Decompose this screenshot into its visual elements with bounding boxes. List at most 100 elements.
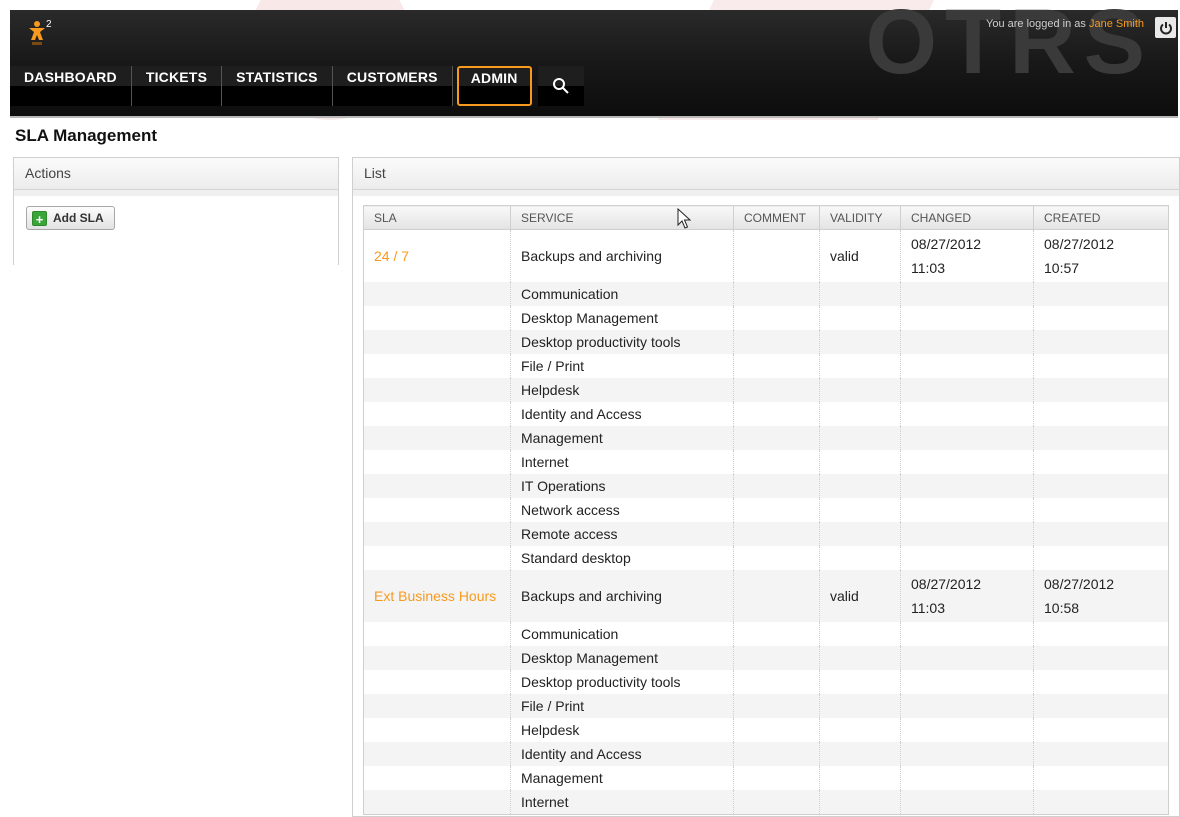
sla-service-row[interactable]: Identity and Access xyxy=(363,742,1169,766)
logo-superscript: 2 xyxy=(46,19,52,30)
column-header-changed[interactable]: CHANGED xyxy=(900,205,1034,230)
sla-name-cell: 24 / 7 xyxy=(363,229,511,282)
sla-row[interactable]: Ext Business Hours Backups and archiving v… xyxy=(363,570,1169,622)
changed-date: 08/27/2012 xyxy=(911,236,982,252)
created-cell: 08/27/2012 10:57 xyxy=(1033,229,1169,282)
sla-service-row[interactable]: Desktop Management xyxy=(363,306,1169,330)
user-name-link[interactable]: Jane Smith xyxy=(1089,18,1144,30)
nav-statistics[interactable]: STATISTICS xyxy=(222,66,333,106)
sla-service-row[interactable]: Desktop Management xyxy=(363,646,1169,670)
search-button[interactable] xyxy=(537,66,584,106)
column-header-sla[interactable]: SLA xyxy=(363,205,511,230)
sla-service-row[interactable]: Internet xyxy=(363,450,1169,474)
sla-service-row[interactable]: Desktop productivity tools xyxy=(363,670,1169,694)
empty-cell xyxy=(900,330,1034,354)
empty-cell xyxy=(819,694,901,718)
sla-service-row[interactable]: Communication xyxy=(363,282,1169,306)
changed-time: 11:03 xyxy=(911,260,945,276)
sla-service-row[interactable]: Desktop productivity tools xyxy=(363,330,1169,354)
sla-service-row[interactable]: Identity and Access xyxy=(363,402,1169,426)
empty-cell xyxy=(900,474,1034,498)
empty-cell xyxy=(900,354,1034,378)
sla-service-row[interactable]: File / Print xyxy=(363,354,1169,378)
otrs-mascot-logo-icon[interactable]: 2 xyxy=(26,18,56,46)
column-header-validity[interactable]: VALIDITY xyxy=(819,205,901,230)
sla-service-row[interactable]: Standard desktop xyxy=(363,546,1169,570)
nav-admin[interactable]: ADMIN xyxy=(456,66,532,106)
logout-button[interactable] xyxy=(1155,17,1176,38)
sla-service-row[interactable]: Management xyxy=(363,766,1169,790)
service-cell: Helpdesk xyxy=(510,718,734,742)
sla-name-link[interactable]: 24 / 7 xyxy=(374,248,409,264)
empty-cell xyxy=(819,450,901,474)
service-cell: Helpdesk xyxy=(510,378,734,402)
column-header-comment[interactable]: COMMENT xyxy=(733,205,820,230)
empty-cell xyxy=(1033,450,1169,474)
empty-cell xyxy=(363,426,511,450)
empty-cell xyxy=(900,790,1034,815)
empty-cell xyxy=(819,306,901,330)
sla-service-row[interactable]: Management xyxy=(363,426,1169,450)
empty-cell xyxy=(819,646,901,670)
empty-cell xyxy=(733,282,820,306)
empty-cell xyxy=(733,354,820,378)
sla-service-row[interactable]: Helpdesk xyxy=(363,718,1169,742)
nav-tickets[interactable]: TICKETS xyxy=(131,66,223,106)
add-sla-label: Add SLA xyxy=(53,211,104,225)
column-header-created[interactable]: CREATED xyxy=(1033,205,1169,230)
empty-cell xyxy=(733,330,820,354)
app-header: OTRS 2 You are logged in as Jane Smith D… xyxy=(10,0,1178,116)
empty-cell xyxy=(900,378,1034,402)
empty-cell xyxy=(1033,742,1169,766)
empty-cell xyxy=(1033,330,1169,354)
empty-cell xyxy=(900,694,1034,718)
empty-cell xyxy=(733,718,820,742)
sla-service-row[interactable]: IT Operations xyxy=(363,474,1169,498)
service-cell: Internet xyxy=(510,450,734,474)
empty-cell xyxy=(733,694,820,718)
empty-cell xyxy=(1033,790,1169,815)
nav-customers[interactable]: CUSTOMERS xyxy=(332,66,453,106)
header-divider xyxy=(10,116,1178,118)
sla-service-row[interactable]: Network access xyxy=(363,498,1169,522)
otrs-brand-logo: OTRS xyxy=(865,0,1153,93)
empty-cell xyxy=(819,402,901,426)
sla-service-row[interactable]: Internet xyxy=(363,790,1169,815)
nav-dashboard[interactable]: DASHBOARD xyxy=(10,66,132,106)
empty-cell xyxy=(733,546,820,570)
list-widget-title: List xyxy=(353,158,1179,190)
validity-cell: valid xyxy=(819,570,901,622)
empty-cell xyxy=(900,426,1034,450)
sla-name-link[interactable]: Ext Business Hours xyxy=(374,588,496,604)
empty-cell xyxy=(363,378,511,402)
sla-service-row[interactable]: Communication xyxy=(363,622,1169,646)
sla-table: SLA SERVICE COMMENT VALIDITY CHANGED CRE… xyxy=(363,205,1169,815)
empty-cell xyxy=(1033,718,1169,742)
empty-cell xyxy=(900,498,1034,522)
empty-cell xyxy=(363,330,511,354)
empty-cell xyxy=(900,402,1034,426)
sla-service-row[interactable]: File / Print xyxy=(363,694,1169,718)
sla-service-row[interactable]: Helpdesk xyxy=(363,378,1169,402)
empty-cell xyxy=(1033,426,1169,450)
empty-cell xyxy=(819,282,901,306)
sla-service-row[interactable]: Remote access xyxy=(363,522,1169,546)
empty-cell xyxy=(733,378,820,402)
empty-cell xyxy=(733,450,820,474)
empty-cell xyxy=(733,622,820,646)
empty-cell xyxy=(363,282,511,306)
add-sla-button[interactable]: + Add SLA xyxy=(26,206,115,230)
empty-cell xyxy=(819,546,901,570)
service-cell: Communication xyxy=(510,282,734,306)
column-header-service[interactable]: SERVICE xyxy=(510,205,734,230)
sla-row[interactable]: 24 / 7 Backups and archiving valid 08/27/20… xyxy=(363,229,1169,282)
empty-cell xyxy=(819,522,901,546)
empty-cell xyxy=(363,546,511,570)
empty-cell xyxy=(733,790,820,815)
comment-cell xyxy=(733,570,820,622)
empty-cell xyxy=(819,378,901,402)
empty-cell xyxy=(1033,306,1169,330)
empty-cell xyxy=(819,718,901,742)
validity-cell: valid xyxy=(819,229,901,282)
created-time: 10:57 xyxy=(1044,260,1080,276)
